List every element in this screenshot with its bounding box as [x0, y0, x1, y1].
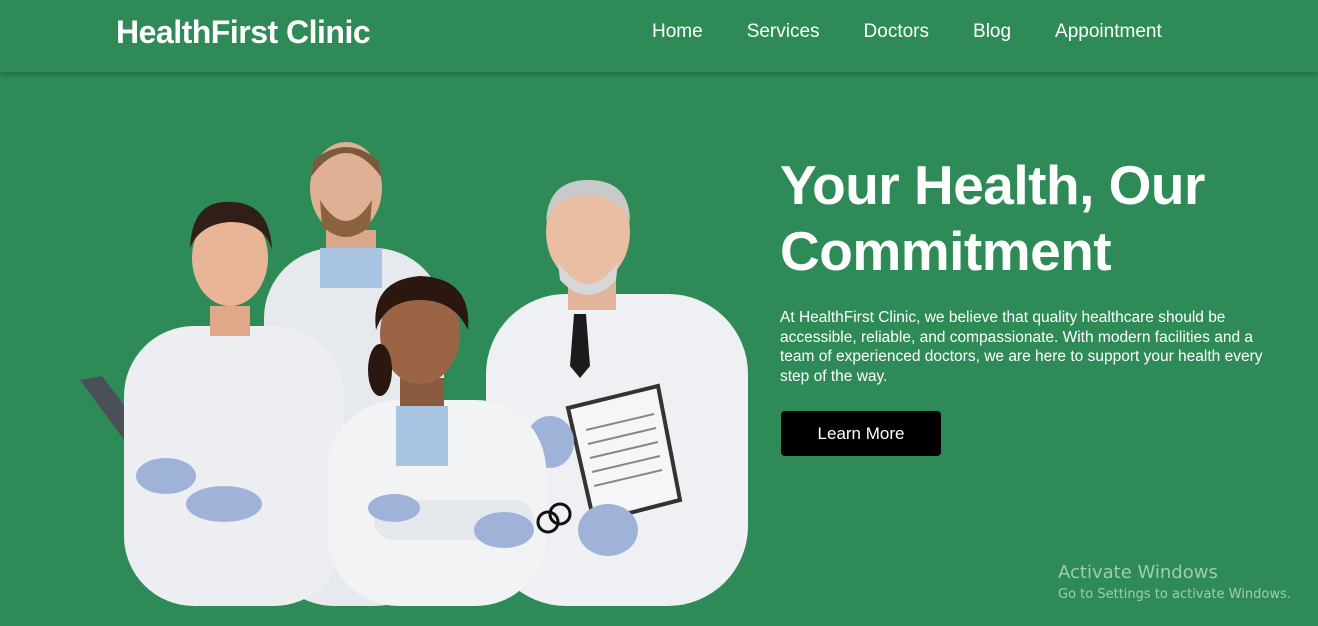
doctors-team-image: [74, 130, 754, 606]
learn-more-button[interactable]: Learn More: [781, 411, 941, 456]
hero-title-line2: Commitment: [780, 220, 1112, 282]
nav-link-services[interactable]: Services: [747, 21, 820, 43]
hero-title-line1: Your Health, Our: [780, 154, 1205, 216]
hero-description: At HealthFirst Clinic, we believe that q…: [780, 309, 1263, 385]
nav-link-appointment[interactable]: Appointment: [1055, 21, 1162, 43]
nav-link-home[interactable]: Home: [652, 21, 703, 43]
navbar: HealthFirst Clinic Home Services Doctors…: [0, 0, 1318, 72]
activate-windows-watermark: Activate Windows Go to Settings to activ…: [1058, 562, 1291, 602]
hero-title: Your Health, Our Commitment: [780, 152, 1290, 284]
nav-link-blog[interactable]: Blog: [973, 21, 1011, 43]
activate-windows-title: Activate Windows: [1058, 562, 1218, 583]
hero-section: Your Health, Our Commitment At HealthFir…: [780, 152, 1290, 386]
activate-windows-subtitle: Go to Settings to activate Windows.: [1058, 587, 1291, 602]
nav-links: Home Services Doctors Blog Appointment: [652, 21, 1162, 43]
nav-link-doctors[interactable]: Doctors: [864, 21, 929, 43]
brand-logo[interactable]: HealthFirst Clinic: [116, 14, 371, 51]
